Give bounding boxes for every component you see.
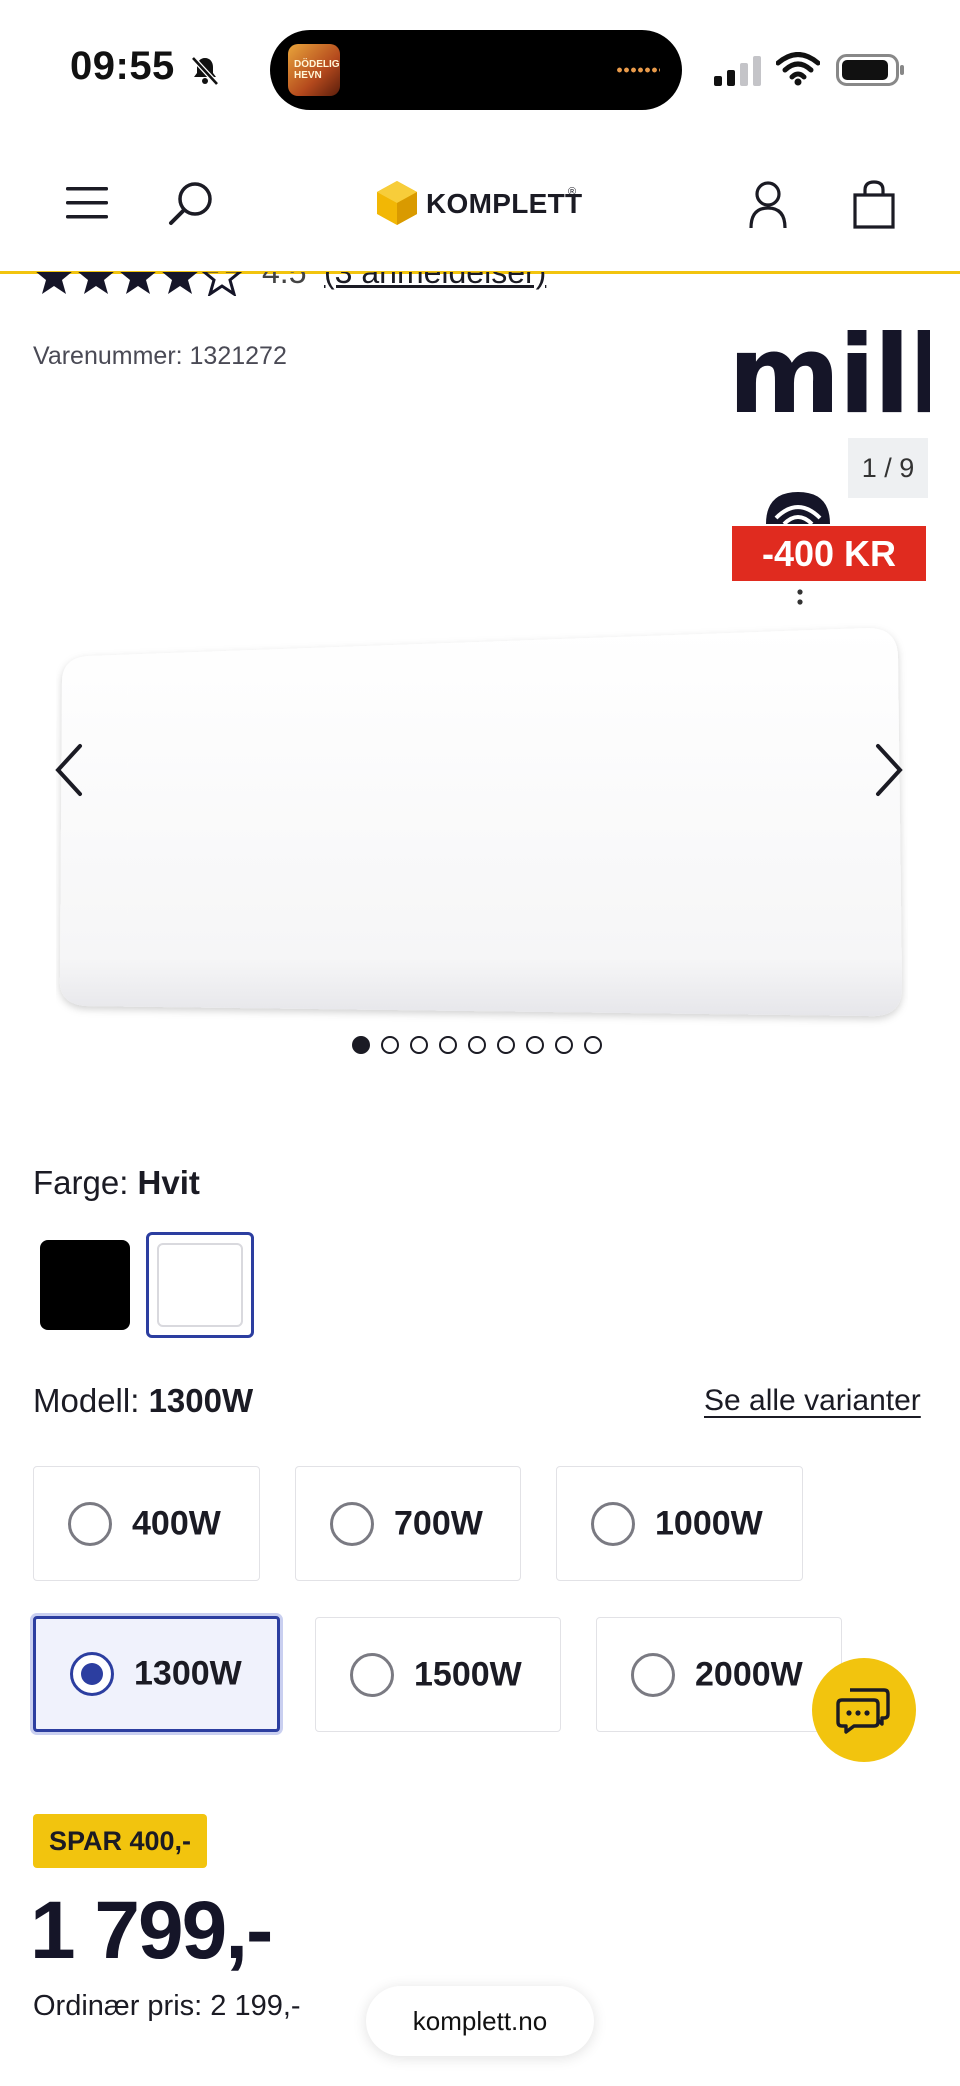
status-bar: 09:55 DÖDELIG HEVN bbox=[0, 0, 960, 140]
model-option-label: 1500W bbox=[414, 1655, 522, 1693]
model-option-label: 1000W bbox=[655, 1504, 763, 1542]
swatch-white-fill bbox=[157, 1243, 243, 1327]
model-option-label: 1300W bbox=[134, 1654, 242, 1693]
radio-button[interactable] bbox=[70, 1652, 114, 1696]
model-label-row: Modell: 1300W bbox=[33, 1382, 253, 1420]
color-label-row: Farge: Hvit bbox=[33, 1164, 200, 1202]
shopping-bag-icon[interactable] bbox=[852, 180, 896, 230]
registered-mark: ® bbox=[568, 186, 577, 198]
model-option-label: 700W bbox=[394, 1504, 483, 1542]
image-counter: 1 / 9 bbox=[848, 438, 928, 498]
island-thumb-text: DÖDELIG HEVN bbox=[294, 59, 340, 81]
model-option-label: 400W bbox=[132, 1504, 221, 1542]
model-option-1000w[interactable]: 1000W bbox=[556, 1466, 803, 1581]
wifi-icon bbox=[776, 52, 820, 86]
regular-price: Ordinær pris: 2 199,- bbox=[33, 1990, 301, 2022]
gallery-dot[interactable] bbox=[555, 1036, 573, 1054]
see-all-variants-link[interactable]: Se alle varianter bbox=[704, 1384, 921, 1418]
radio-button[interactable] bbox=[330, 1501, 374, 1546]
logo-text: KOMPLETT bbox=[426, 188, 583, 219]
menu-icon[interactable] bbox=[66, 186, 108, 220]
product-image-panel-heater bbox=[59, 628, 902, 1017]
model-option-400w[interactable]: 400W bbox=[33, 1466, 260, 1581]
user-icon[interactable] bbox=[748, 180, 788, 230]
model-option-1300w[interactable]: 1300W bbox=[33, 1616, 280, 1732]
komplett-logo[interactable]: KOMPLETT ® bbox=[376, 178, 586, 228]
color-selected-value: Hvit bbox=[137, 1164, 200, 1201]
sku-label: Varenummer: 1321272 bbox=[33, 342, 287, 370]
model-option-1500w[interactable]: 1500W bbox=[315, 1617, 561, 1732]
radio-button[interactable] bbox=[350, 1652, 394, 1697]
radio-button[interactable] bbox=[631, 1652, 675, 1697]
discount-badge: -400 KR bbox=[732, 526, 926, 581]
gallery-pagination bbox=[352, 1036, 602, 1058]
gallery-dot[interactable] bbox=[497, 1036, 515, 1054]
radio-button[interactable] bbox=[68, 1501, 112, 1546]
site-header: KOMPLETT ® bbox=[0, 140, 960, 274]
radio-button[interactable] bbox=[591, 1501, 635, 1546]
now-playing-thumbnail: DÖDELIG HEVN bbox=[288, 44, 340, 96]
save-badge: SPAR 400,- bbox=[33, 1814, 208, 1868]
model-option-label: 2000W bbox=[695, 1655, 803, 1693]
battery-icon bbox=[836, 54, 904, 86]
brand-logo-mill[interactable]: mill bbox=[728, 326, 930, 422]
current-price: 1 799,- bbox=[30, 1885, 273, 1976]
audio-waveform-icon bbox=[616, 66, 660, 74]
chevron-right-icon[interactable] bbox=[868, 740, 908, 800]
color-label: Farge: bbox=[33, 1164, 129, 1201]
model-option-700w[interactable]: 700W bbox=[295, 1466, 521, 1581]
search-icon[interactable] bbox=[168, 180, 214, 226]
radio-dot bbox=[81, 1663, 103, 1685]
gallery-dot[interactable] bbox=[468, 1036, 486, 1054]
color-swatch-black[interactable] bbox=[40, 1240, 130, 1330]
model-label: Modell: bbox=[33, 1382, 140, 1419]
bell-muted-icon bbox=[191, 56, 219, 86]
color-swatch-white[interactable] bbox=[146, 1232, 254, 1338]
gallery-dot[interactable] bbox=[352, 1036, 370, 1054]
gallery-dot[interactable] bbox=[526, 1036, 544, 1054]
chat-button[interactable] bbox=[812, 1658, 916, 1762]
model-option-2000w[interactable]: 2000W bbox=[596, 1617, 842, 1732]
product-gallery[interactable] bbox=[0, 600, 960, 1030]
gallery-dot[interactable] bbox=[381, 1036, 399, 1054]
cellular-signal-icon bbox=[714, 56, 761, 86]
browser-url-bar[interactable]: komplett.no bbox=[366, 1986, 594, 2056]
brand-logo-text: mill bbox=[728, 326, 930, 422]
status-time: 09:55 bbox=[70, 44, 175, 88]
gallery-dot[interactable] bbox=[410, 1036, 428, 1054]
gallery-dot[interactable] bbox=[584, 1036, 602, 1054]
chat-icon bbox=[836, 1688, 890, 1734]
chevron-left-icon[interactable] bbox=[50, 740, 90, 800]
komplett-logo-mark-icon bbox=[377, 181, 417, 225]
gallery-dot[interactable] bbox=[439, 1036, 457, 1054]
model-selected-value: 1300W bbox=[148, 1382, 254, 1419]
dynamic-island[interactable]: DÖDELIG HEVN bbox=[270, 30, 682, 110]
